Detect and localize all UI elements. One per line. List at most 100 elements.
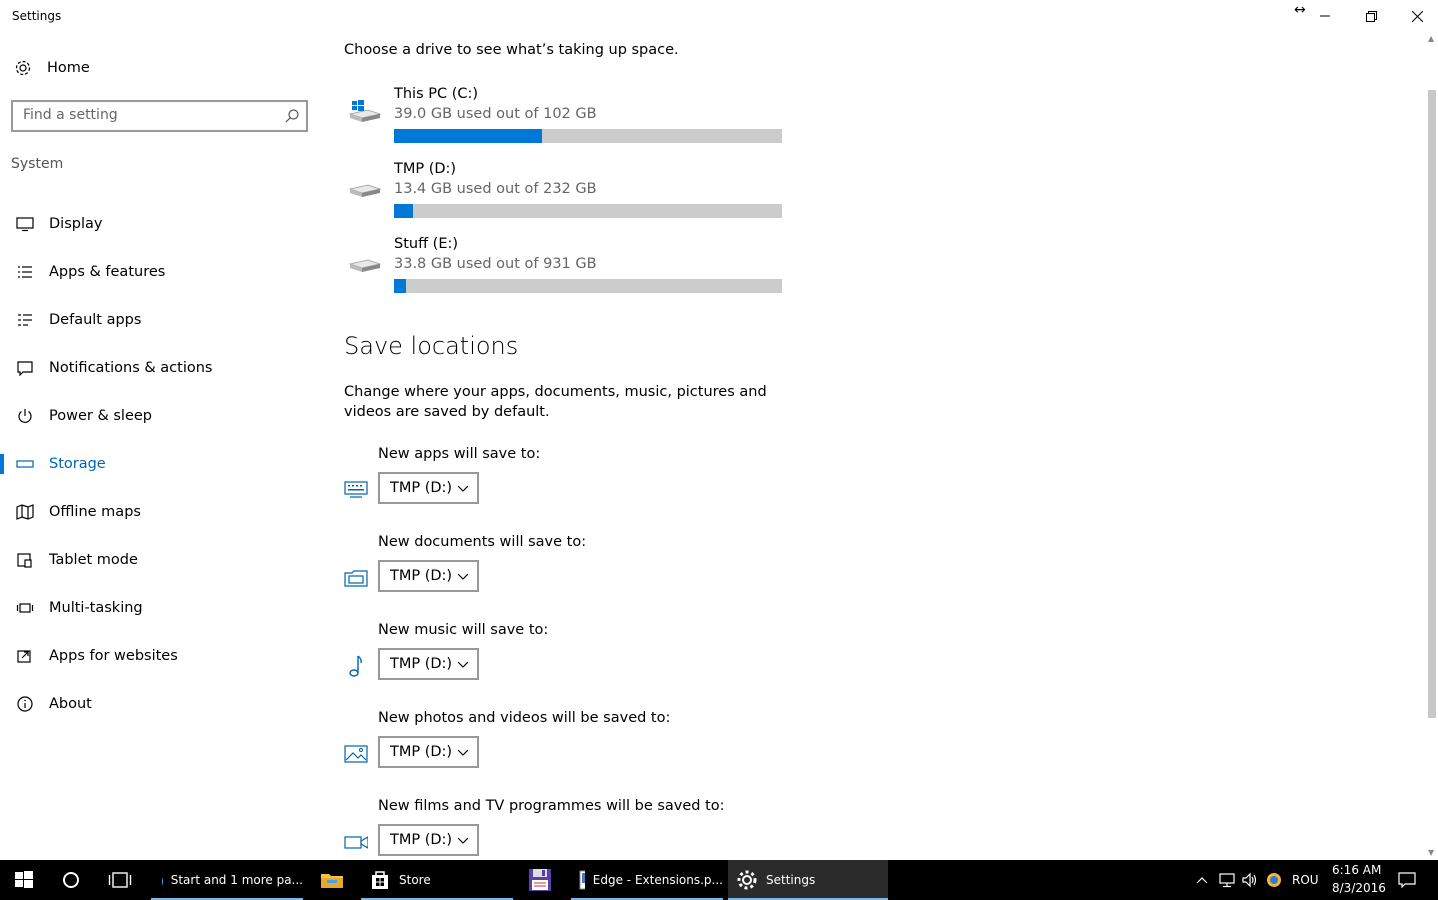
save-location-label: New apps will save to:: [378, 446, 541, 462]
sidebar-item-default-apps[interactable]: Default apps: [0, 296, 320, 344]
save-location-label: New music will save to:: [378, 622, 549, 638]
action-center-icon: [1398, 872, 1416, 888]
taskbar-app-floppy[interactable]: [520, 860, 566, 900]
sidebar-item-label: Power & sleep: [49, 408, 152, 424]
store-icon: [372, 871, 388, 889]
section-label-system: System: [11, 156, 64, 172]
info-icon: [14, 693, 36, 715]
taskbar-app-settings[interactable]: Settings: [728, 860, 888, 900]
sidebar-item-label: Storage: [49, 456, 106, 472]
drive-usage-fill: [394, 279, 407, 293]
video-camera-icon: [344, 830, 368, 854]
save-locations-description: Change where your apps, documents, music…: [344, 384, 767, 420]
volume-icon: [1242, 872, 1257, 888]
sidebar-item-about[interactable]: About: [0, 680, 320, 728]
sidebar-item-display[interactable]: Display: [0, 200, 320, 248]
volume-button[interactable]: [1241, 860, 1259, 900]
action-center-button[interactable]: [1398, 860, 1416, 900]
close-button[interactable]: [1394, 0, 1438, 32]
save-location-dropdown-apps[interactable]: TMP (D:): [378, 472, 479, 504]
documents-icon: [344, 566, 368, 590]
restore-button[interactable]: [1348, 0, 1394, 32]
sidebar-item-apps-for-websites[interactable]: Apps for websites: [0, 632, 320, 680]
home-nav-item[interactable]: Home: [12, 56, 90, 80]
input-language-indicator[interactable]: ROU: [1292, 873, 1319, 887]
save-location-label: New films and TV programmes will be save…: [378, 798, 725, 814]
sidebar-item-power-sleep[interactable]: Power & sleep: [0, 392, 320, 440]
monitor-keyboard-icon: [344, 478, 368, 502]
task-view-button[interactable]: [108, 860, 132, 900]
dropdown-value: TMP (D:): [390, 568, 453, 584]
photo-icon: [344, 742, 368, 766]
sidebar-item-label: Display: [49, 216, 103, 232]
title-bar: Settings ↔: [0, 0, 1438, 32]
save-location-documents: New documents will save to: TMP (D:): [344, 534, 844, 614]
sidebar-item-tablet-mode[interactable]: Tablet mode: [0, 536, 320, 584]
drive-usage: 39.0 GB used out of 102 GB: [394, 106, 597, 122]
drive-usage-fill: [394, 129, 543, 143]
tablet-icon: [14, 549, 36, 571]
sidebar-item-offline-maps[interactable]: Offline maps: [0, 488, 320, 536]
drives-intro-text: Choose a drive to see what’s taking up s…: [344, 42, 679, 58]
start-button[interactable]: [14, 860, 34, 900]
search-input[interactable]: [13, 102, 273, 128]
taskbar-app-image-editor[interactable]: Edge - Extensions.p...: [571, 860, 723, 900]
save-location-dropdown-documents[interactable]: TMP (D:): [378, 560, 479, 592]
music-note-icon: [344, 654, 368, 678]
sidebar-item-notifications[interactable]: Notifications & actions: [0, 344, 320, 392]
minimize-button[interactable]: [1302, 0, 1348, 32]
taskbar-app-file-explorer[interactable]: [312, 860, 358, 900]
close-icon: [1411, 10, 1423, 22]
storage-icon: [14, 453, 36, 475]
sidebar-item-label: Multi-tasking: [49, 600, 143, 616]
tray-app-button[interactable]: [1266, 860, 1282, 900]
clock-time[interactable]: 6:16 AM: [1332, 863, 1381, 877]
taskbar-app-store[interactable]: Store: [361, 860, 513, 900]
scrollbar-thumb[interactable]: [1428, 90, 1436, 718]
sidebar-item-storage[interactable]: Storage: [0, 440, 320, 488]
scroll-down-arrow-icon[interactable]: ▼: [1428, 848, 1434, 857]
window-title: Settings: [12, 9, 62, 23]
power-icon: [14, 405, 36, 427]
nav-list: Display Apps & features Default apps Not…: [0, 200, 320, 728]
scroll-up-arrow-icon[interactable]: ▲: [1428, 34, 1434, 43]
drive-item-d[interactable]: TMP (D:) 13.4 GB used out of 232 GB: [344, 161, 784, 231]
drive-name: Stuff (E:): [394, 236, 459, 252]
network-icon: [1219, 873, 1235, 888]
network-button[interactable]: [1218, 860, 1236, 900]
drive-item-c[interactable]: This PC (C:) 39.0 GB used out of 102 GB: [344, 86, 784, 156]
restore-icon: [1365, 10, 1377, 22]
show-hidden-icons-button[interactable]: [1196, 860, 1208, 900]
save-location-label: New documents will save to:: [378, 534, 587, 550]
notification-icon: [14, 357, 36, 379]
drive-usage: 33.8 GB used out of 931 GB: [394, 256, 597, 272]
home-label: Home: [47, 60, 90, 76]
cortana-button[interactable]: [62, 860, 80, 900]
drive-usage-bar: [394, 279, 782, 293]
task-view-icon: [108, 872, 132, 888]
image-editor-icon: [579, 870, 585, 890]
save-location-music: New music will save to: TMP (D:): [344, 622, 844, 702]
save-location-dropdown-photos[interactable]: TMP (D:): [378, 736, 479, 768]
drive-item-e[interactable]: Stuff (E:) 33.8 GB used out of 931 GB: [344, 236, 784, 306]
save-location-dropdown-films[interactable]: TMP (D:): [378, 824, 479, 856]
settings-gear-icon: [737, 870, 757, 890]
windows-drive-icon: [348, 100, 382, 128]
taskbar-app-edge[interactable]: Start and 1 more pa...: [151, 860, 303, 900]
sidebar-item-apps-features[interactable]: Apps & features: [0, 248, 320, 296]
floppy-icon: [529, 869, 551, 891]
sidebar-item-multitasking[interactable]: Multi-tasking: [0, 584, 320, 632]
file-explorer-icon: [321, 874, 343, 888]
save-location-dropdown-music[interactable]: TMP (D:): [378, 648, 479, 680]
sidebar-item-label: Default apps: [49, 312, 142, 328]
search-icon[interactable]: [284, 108, 300, 128]
display-icon: [14, 213, 36, 235]
drive-usage: 13.4 GB used out of 232 GB: [394, 181, 597, 197]
drive-usage-bar: [394, 204, 782, 218]
sidebar: Home System Display Apps & features Defa…: [0, 32, 320, 860]
drive-name: This PC (C:): [394, 86, 479, 102]
search-box[interactable]: [11, 100, 308, 132]
map-icon: [14, 501, 36, 523]
chevron-down-icon: [457, 746, 469, 762]
clock-date[interactable]: 8/3/2016: [1332, 881, 1386, 895]
